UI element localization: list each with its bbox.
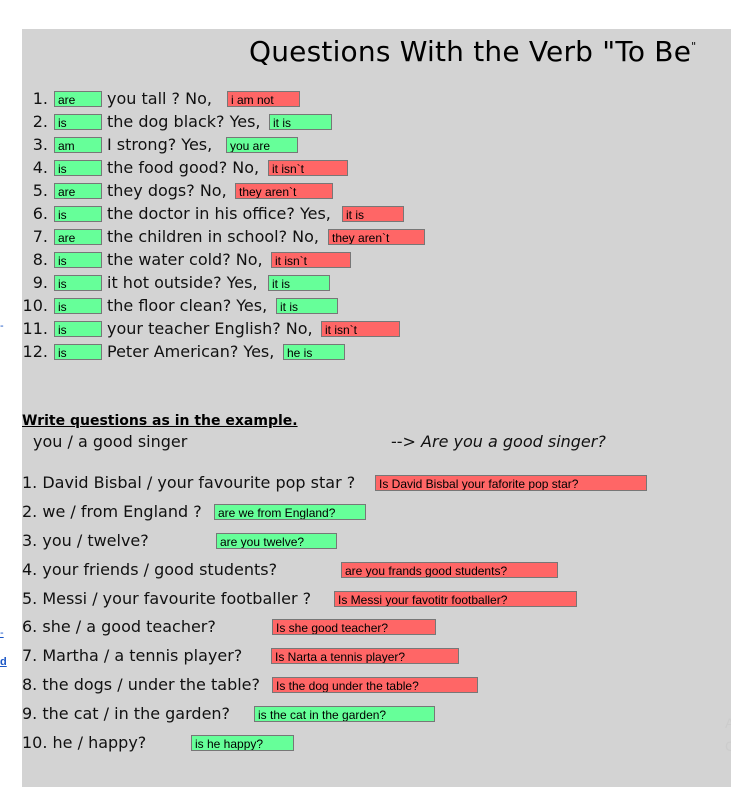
prompt-text: 8. the dogs / under the table? — [22, 675, 260, 694]
question-answer-field[interactable]: Is Narta a tennis player? — [271, 648, 459, 664]
question-text: the water cold? No, — [107, 250, 263, 269]
prompt-text: 1. David Bisbal / your favourite pop sta… — [22, 473, 356, 492]
verb-answer-field[interactable]: is — [54, 321, 102, 337]
question-text: the children in school? No, — [107, 227, 320, 246]
short-answer-field[interactable]: they aren`t — [328, 229, 425, 245]
question-answer-field[interactable]: are we from England? — [214, 504, 366, 520]
edge-link-fragment[interactable]: - — [0, 627, 4, 639]
prompt-text: 10. he / happy? — [22, 733, 147, 752]
question-text: the dog black? Yes, — [107, 112, 261, 131]
question-answer-field[interactable]: Is Messi your favotitr footballer? — [334, 591, 577, 607]
edge-mark: C — [725, 738, 731, 754]
prompt-text: 4. your friends / good students? — [22, 560, 278, 579]
verb-answer-field[interactable]: am — [54, 137, 102, 153]
question-text: the food good? No, — [107, 158, 260, 177]
question-answer-field[interactable]: is the cat in the garden? — [254, 706, 435, 722]
question-answer-field[interactable]: Is the dog under the table? — [272, 677, 478, 693]
question-number: 6. — [32, 204, 48, 223]
short-answer-field[interactable]: it isn`t — [321, 321, 400, 337]
short-answer-field[interactable]: they aren`t — [235, 183, 333, 199]
question-number: 9. — [32, 273, 48, 292]
short-answer-field[interactable]: it is — [342, 206, 404, 222]
question-answer-field[interactable]: is he happy? — [191, 735, 294, 751]
question-text: Peter American? Yes, — [107, 342, 275, 361]
question-answer-field[interactable]: are you twelve? — [216, 533, 337, 549]
short-answer-field[interactable]: it is — [268, 275, 330, 291]
prompt-text: 7. Martha / a tennis player? — [22, 646, 243, 665]
question-number: 10. — [22, 296, 48, 315]
example-answer: --> Are you a good singer? — [391, 432, 606, 451]
verb-answer-field[interactable]: is — [54, 298, 102, 314]
verb-answer-field[interactable]: are — [54, 183, 102, 199]
verb-answer-field[interactable]: is — [54, 344, 102, 360]
verb-answer-field[interactable]: is — [54, 275, 102, 291]
edge-link-fragment[interactable]: d — [0, 656, 7, 668]
short-answer-field[interactable]: it is — [269, 114, 332, 130]
short-answer-field[interactable]: it isn`t — [268, 160, 348, 176]
prompt-text: 6. she / a good teacher? — [22, 617, 216, 636]
instructions-heading: Write questions as in the example. — [22, 413, 298, 429]
short-answer-field[interactable]: he is — [283, 344, 345, 360]
question-number: 11. — [22, 319, 48, 338]
short-answer-field[interactable]: you are — [226, 137, 298, 153]
page-title: Questions With the Verb "To Be" — [249, 35, 697, 68]
question-number: 8. — [32, 250, 48, 269]
question-number: 7. — [32, 227, 48, 246]
prompt-text: 3. you / twelve? — [22, 531, 149, 550]
verb-answer-field[interactable]: are — [54, 229, 102, 245]
edge-mark: - — [0, 320, 4, 332]
question-number: 1. — [32, 89, 48, 108]
verb-answer-field[interactable]: is — [54, 160, 102, 176]
verb-answer-field[interactable]: is — [54, 206, 102, 222]
prompt-text: 9. the cat / in the garden? — [22, 704, 231, 723]
question-text: you tall ? No, — [107, 89, 212, 108]
edge-mark: A — [725, 715, 731, 731]
question-answer-field[interactable]: are you frands good students? — [341, 562, 558, 578]
verb-answer-field[interactable]: are — [54, 91, 102, 107]
question-text: the doctor in his office? Yes, — [107, 204, 331, 223]
question-text: it hot outside? Yes, — [107, 273, 258, 292]
example-prompt: you / a good singer — [33, 432, 188, 451]
question-text: they dogs? No, — [107, 181, 227, 200]
prompt-text: 5. Messi / your favourite footballer ? — [22, 589, 312, 608]
question-number: 4. — [32, 158, 48, 177]
question-answer-field[interactable]: Is she good teacher? — [272, 619, 436, 635]
verb-answer-field[interactable]: is — [54, 114, 102, 130]
prompt-text: 2. we / from England ? — [22, 502, 202, 521]
question-number: 5. — [32, 181, 48, 200]
short-answer-field[interactable]: it isn`t — [271, 252, 351, 268]
short-answer-field[interactable]: i am not — [227, 91, 300, 107]
question-text: the floor clean? Yes, — [107, 296, 268, 315]
verb-answer-field[interactable]: is — [54, 252, 102, 268]
question-text: your teacher English? No, — [107, 319, 313, 338]
question-number: 12. — [22, 342, 48, 361]
question-number: 3. — [32, 135, 48, 154]
short-answer-field[interactable]: it is — [276, 298, 338, 314]
question-number: 2. — [32, 112, 48, 131]
question-text: I strong? Yes, — [107, 135, 213, 154]
question-answer-field[interactable]: Is David Bisbal your faforite pop star? — [375, 475, 647, 491]
